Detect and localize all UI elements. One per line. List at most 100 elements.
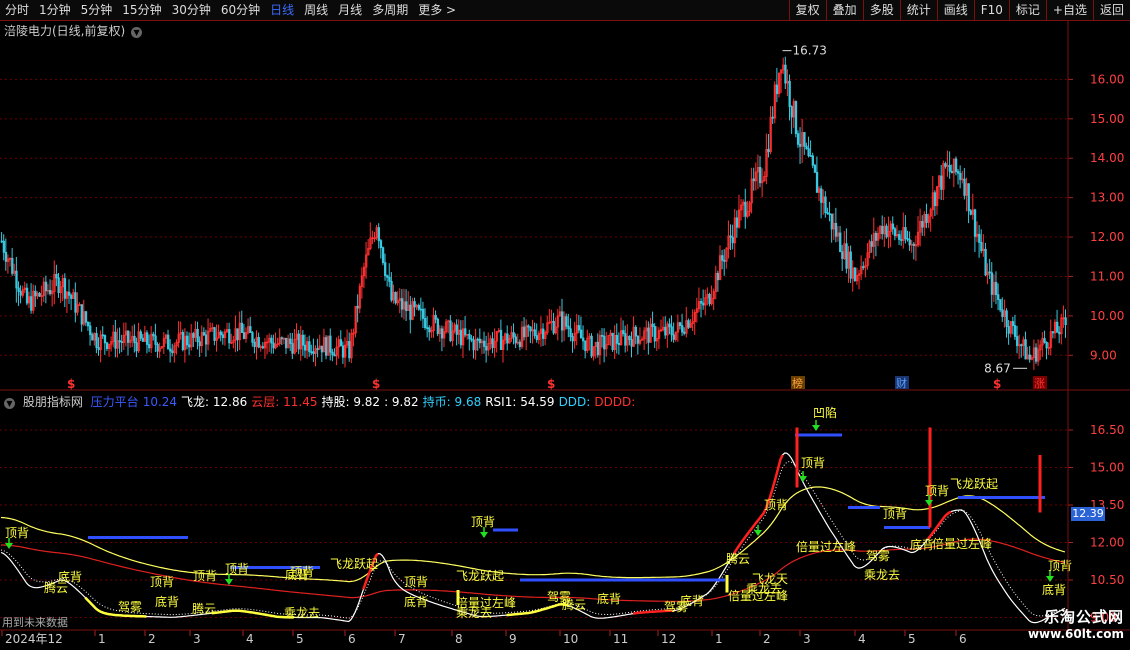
signal-label: 乘龙去 xyxy=(456,606,492,620)
candle-body xyxy=(624,333,627,346)
candle-body xyxy=(893,228,897,237)
candle-body xyxy=(560,311,564,331)
candle-body xyxy=(771,116,774,119)
indicator-name[interactable]: 股朋指标网 xyxy=(23,395,83,409)
candle-body xyxy=(1020,344,1023,347)
candle-body xyxy=(647,327,650,343)
candle-body xyxy=(379,240,383,249)
candle-body xyxy=(906,238,909,241)
watermark-title: 乐淘公式网 xyxy=(1043,608,1124,626)
main-y-axis: 16.00 15.00 14.00 13.00 12.00 11.00 10.00 9.00 xyxy=(1068,72,1124,362)
indicator-field-8: DDD: xyxy=(558,395,591,409)
candle-body xyxy=(154,335,157,345)
x-tick-label: 5 xyxy=(296,632,304,646)
main-tick-label: 12.00 xyxy=(1090,230,1124,244)
signal-label: 底背 xyxy=(910,537,934,552)
x-tick-label: 2 xyxy=(763,632,771,646)
candle-body xyxy=(219,331,223,336)
candle-body xyxy=(506,333,509,344)
candle-body xyxy=(885,225,888,238)
candle-body xyxy=(1064,317,1067,326)
candle-body xyxy=(417,304,421,310)
candle-body xyxy=(820,188,823,203)
candle-body xyxy=(57,277,60,294)
indicator-field-5: : 9.82 xyxy=(384,395,419,409)
signal-label: 顶背 xyxy=(225,562,249,576)
event-markers[interactable]: $ $ $ 榜 财 $ 涨 xyxy=(67,376,1047,391)
candle-body xyxy=(15,270,18,289)
candle-body xyxy=(948,165,951,172)
signal-label: 飞龙跃起 xyxy=(456,569,504,583)
signal-label: 驾雾 xyxy=(866,549,890,563)
candle-body xyxy=(63,278,67,299)
candle-body xyxy=(702,302,705,306)
indicator-field-7: RSI1: 54.59 xyxy=(485,395,555,409)
event-marker-dollar[interactable]: $ xyxy=(993,377,1001,391)
candle-body xyxy=(512,332,515,338)
chart-surface: 16.73 8.67 16.00 15.00 14.00 13.00 12.00 11.00… xyxy=(0,20,1130,646)
indicator-y-axis: 16.5015.0013.5012.0010.509.00 xyxy=(1068,423,1124,625)
candle-body xyxy=(845,243,848,269)
candle-body xyxy=(95,333,98,348)
candle-body xyxy=(651,323,654,327)
candle-body xyxy=(1045,341,1048,349)
event-marker-text[interactable]: 涨 xyxy=(1034,377,1045,390)
candle-body xyxy=(784,64,787,84)
event-marker-text[interactable]: 榜 xyxy=(792,376,803,390)
candle-body xyxy=(405,301,408,312)
candle-body xyxy=(310,351,313,354)
candle-body xyxy=(1028,354,1031,360)
event-marker-text[interactable]: 财 xyxy=(896,376,907,390)
candle-body xyxy=(775,84,779,95)
candlestick-series[interactable]: 16.73 8.67 xyxy=(0,44,1067,376)
event-marker-dollar[interactable]: $ xyxy=(372,377,380,391)
candle-body xyxy=(630,339,633,347)
candle-body xyxy=(384,262,387,277)
candle-body xyxy=(826,212,829,215)
candle-body xyxy=(44,281,48,292)
candle-body xyxy=(653,326,656,342)
candle-body xyxy=(807,148,810,156)
x-tick-label: 12 xyxy=(661,632,676,646)
candle-body xyxy=(483,340,486,347)
candle-body xyxy=(978,233,981,243)
candle-body xyxy=(17,287,20,292)
candle-body xyxy=(759,167,762,184)
candle-body xyxy=(535,335,539,341)
feilong-line xyxy=(0,486,1066,583)
candle-body xyxy=(569,328,572,337)
candle-body xyxy=(38,292,41,297)
event-marker-dollar[interactable]: $ xyxy=(67,377,75,391)
candle-body xyxy=(0,240,3,243)
signal-label: 乘龙去 xyxy=(864,568,900,582)
candle-body xyxy=(459,329,463,346)
indicator-field-1: 10.24 xyxy=(142,395,178,409)
candle-body xyxy=(853,267,857,282)
future-data-note: 用到未来数据 xyxy=(2,616,68,629)
candle-body xyxy=(68,291,71,296)
candle-body xyxy=(253,341,256,348)
indicator-field-9: DDDD: xyxy=(594,395,636,409)
chevron-down-icon[interactable]: ▼ xyxy=(4,398,15,409)
signal-label: 顶背 xyxy=(5,526,29,540)
candle-body xyxy=(994,282,998,296)
x-axis: 2024年12 1 2 3 4 5 6 7 8 9 10 11 12 1 2 3 4 5 6 xyxy=(1,630,967,646)
candle-body xyxy=(518,341,522,347)
down-arrow-icon xyxy=(225,579,233,585)
candle-body xyxy=(603,335,606,350)
event-marker-dollar[interactable]: $ xyxy=(547,377,555,391)
candle-body xyxy=(291,343,294,354)
candle-body xyxy=(731,236,734,244)
x-tick-label: 2 xyxy=(148,632,156,646)
candle-body xyxy=(963,178,966,196)
candle-body xyxy=(622,330,625,334)
signal-label: 乘龙去 xyxy=(284,606,320,620)
indicator-field-0: 压力平台 xyxy=(90,395,139,409)
candle-body xyxy=(434,314,437,320)
signal-label: 腾云 xyxy=(726,551,750,566)
candle-body xyxy=(11,257,14,274)
signal-label: 顶背 xyxy=(471,515,495,529)
candle-body xyxy=(141,337,145,342)
candle-body xyxy=(80,304,83,325)
candle-body xyxy=(331,351,334,356)
